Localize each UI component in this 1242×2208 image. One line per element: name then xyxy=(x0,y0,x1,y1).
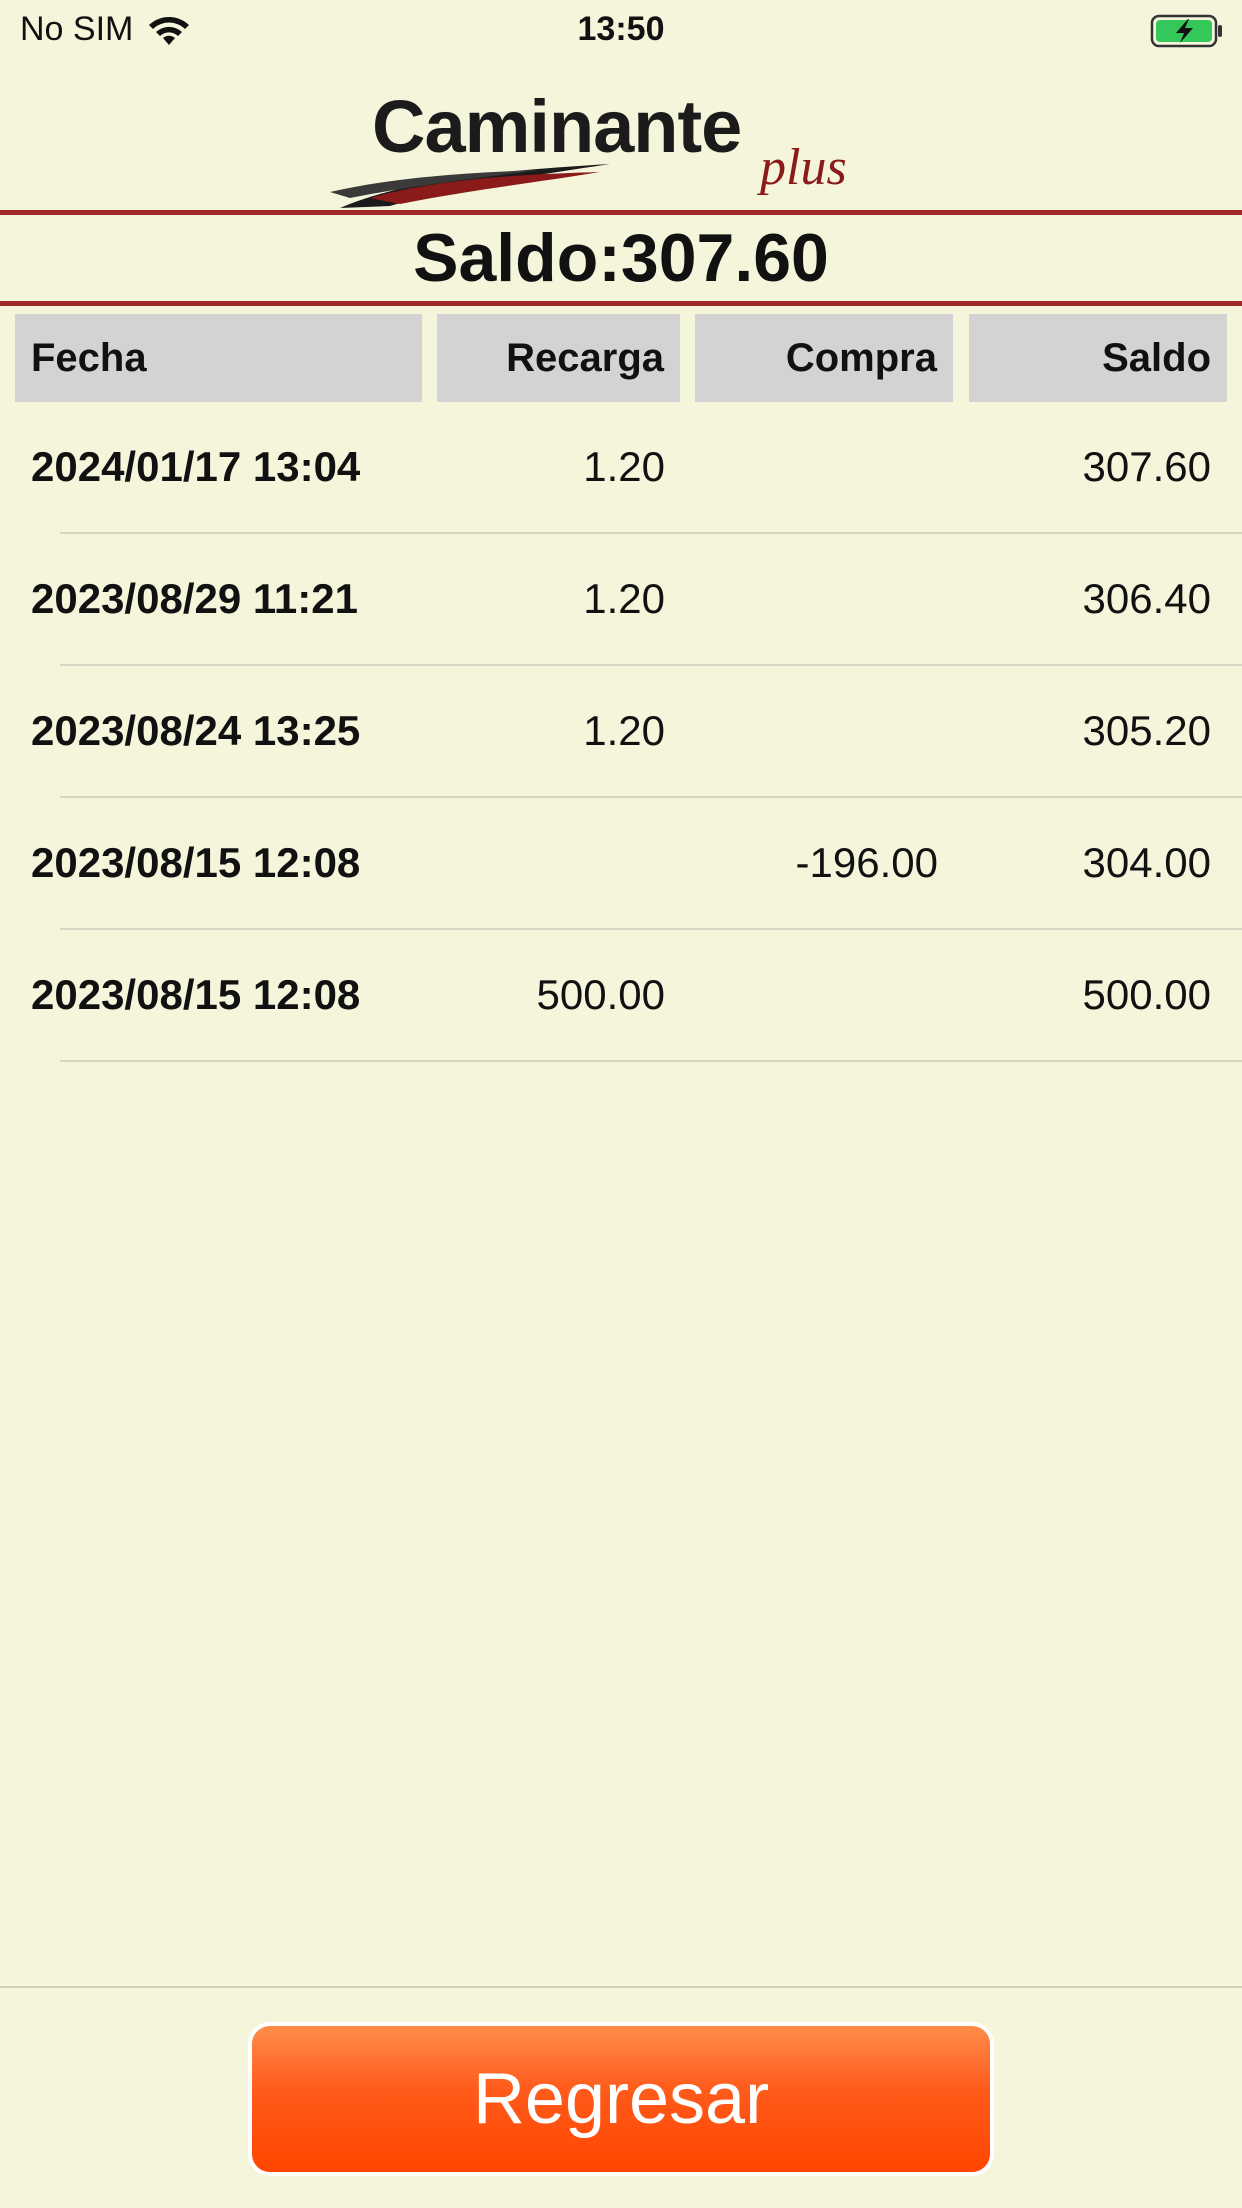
header-compra: Compra xyxy=(695,314,953,402)
header-fecha: Fecha xyxy=(15,314,422,402)
cell-recarga: 500.00 xyxy=(536,971,665,1018)
table-row: 2023/08/24 13:25 1.20 305.20 xyxy=(0,666,1242,798)
table-row: 2023/08/29 11:21 1.20 306.40 xyxy=(0,534,1242,666)
table-row: 2024/01/17 13:04 1.20 307.60 xyxy=(0,402,1242,534)
back-button[interactable]: Regresar xyxy=(248,2022,994,2176)
table-row: 2023/08/15 12:08 -196.00 304.00 xyxy=(0,798,1242,930)
status-time: 13:50 xyxy=(577,10,665,48)
cell-compra xyxy=(695,666,938,796)
row-divider xyxy=(60,1060,1242,1062)
cell-fecha: 2024/01/17 13:04 xyxy=(31,443,361,490)
cell-recarga: 1.20 xyxy=(583,443,665,490)
cell-recarga: 1.20 xyxy=(583,575,665,622)
cell-compra: -196.00 xyxy=(795,839,938,886)
balance-text: Saldo:307.60 xyxy=(413,220,829,296)
status-bar: No SIM 13:50 xyxy=(0,0,1242,62)
footer-divider xyxy=(0,1986,1242,1988)
cell-compra xyxy=(695,930,938,1060)
cell-saldo: 305.20 xyxy=(1082,707,1211,754)
cell-compra xyxy=(695,534,938,664)
cell-recarga: 1.20 xyxy=(583,707,665,754)
caminante-plus-logo: Caminante plus xyxy=(330,82,910,212)
cell-compra xyxy=(695,402,938,532)
cell-saldo: 306.40 xyxy=(1082,575,1211,622)
cell-fecha: 2023/08/29 11:21 xyxy=(31,575,358,622)
back-button-label: Regresar xyxy=(472,2059,770,2139)
cell-saldo: 500.00 xyxy=(1082,971,1211,1018)
table-header: Fecha Recarga Compra Saldo xyxy=(15,314,1227,402)
battery-charging-icon xyxy=(1150,14,1222,48)
cell-saldo: 307.60 xyxy=(1082,443,1211,490)
logo-wordmark: Caminante xyxy=(372,85,742,168)
table-row: 2023/08/15 12:08 500.00 500.00 xyxy=(0,930,1242,1062)
cell-saldo: 304.00 xyxy=(1082,839,1211,886)
cell-fecha: 2023/08/15 12:08 xyxy=(31,971,361,1018)
header-saldo: Saldo xyxy=(969,314,1227,402)
header-recarga: Recarga xyxy=(437,314,680,402)
cell-recarga xyxy=(437,798,665,928)
transaction-list: 2024/01/17 13:04 1.20 307.60 2023/08/29 … xyxy=(0,402,1242,1062)
cell-fecha: 2023/08/24 13:25 xyxy=(31,707,361,754)
balance-banner: Saldo:307.60 xyxy=(0,210,1242,306)
logo-suffix: plus xyxy=(760,139,847,196)
cell-fecha: 2023/08/15 12:08 xyxy=(31,839,361,886)
